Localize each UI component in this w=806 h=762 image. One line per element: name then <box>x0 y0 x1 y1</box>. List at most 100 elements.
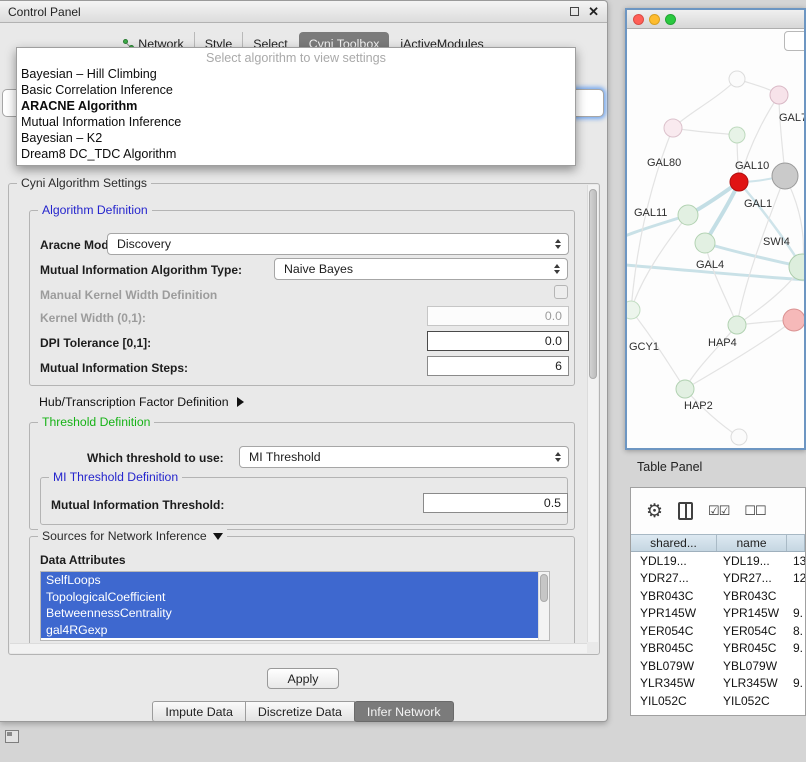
aracne-mode-select[interactable]: Discovery <box>107 233 569 255</box>
data-attribute-item[interactable]: gal4RGexp <box>41 622 538 639</box>
mi-threshold-title: MI Threshold Definition <box>49 470 182 484</box>
algorithm-option[interactable]: Mutual Information Inference <box>17 114 575 130</box>
close-traffic-light-icon[interactable] <box>633 14 644 25</box>
network-node[interactable] <box>729 127 745 143</box>
network-canvas[interactable]: GAL7GAL80GAL10GAL1GAL11SWI4GAL4GCY1HAP4H… <box>627 29 804 447</box>
network-edge[interactable] <box>631 128 673 310</box>
scrollbar-thumb[interactable] <box>589 189 597 379</box>
aracne-mode-value: Discovery <box>108 237 550 251</box>
network-view-window: GAL7GAL80GAL10GAL1GAL11SWI4GAL4GCY1HAP4H… <box>625 8 806 450</box>
table-column-header[interactable]: shared... <box>631 535 717 551</box>
table-row[interactable]: YLR345WYLR345W9. <box>631 675 805 693</box>
table-cell: 9. <box>787 676 805 690</box>
tab-impute-data[interactable]: Impute Data <box>152 701 246 722</box>
network-edge[interactable] <box>705 243 737 325</box>
control-panel-titlebar: Control Panel ✕ <box>0 1 607 23</box>
which-threshold-select[interactable]: MI Threshold <box>239 446 569 468</box>
network-node-label: GAL7 <box>779 112 804 124</box>
data-attributes-list[interactable]: SelfLoopsTopologicalCoefficientBetweenne… <box>40 571 550 641</box>
apply-button[interactable]: Apply <box>267 668 339 689</box>
network-node[interactable] <box>789 254 804 280</box>
kernel-width-label: Kernel Width (0,1): <box>40 311 146 325</box>
network-node[interactable] <box>676 380 694 398</box>
hub-definition-toggle[interactable]: Hub/Transcription Factor Definition <box>39 395 244 409</box>
network-edge[interactable] <box>685 389 739 437</box>
network-graph[interactable]: GAL7GAL80GAL10GAL1GAL11SWI4GAL4GCY1HAP4H… <box>627 29 804 447</box>
kernel-width-input[interactable]: 0.0 <box>427 306 569 326</box>
table-row[interactable]: YER054CYER054C8. <box>631 622 805 640</box>
table-columns-icon[interactable] <box>678 502 693 520</box>
data-attribute-item[interactable]: TopologicalCoefficient <box>41 589 538 606</box>
network-edge[interactable] <box>673 128 737 135</box>
expand-right-icon <box>237 397 244 407</box>
network-node[interactable] <box>730 173 748 191</box>
table-row[interactable]: YIL052CYIL052C <box>631 692 805 710</box>
network-node-label: GAL80 <box>647 157 681 169</box>
table-cell: YPR145W <box>631 606 717 620</box>
float-window-icon[interactable] <box>570 7 579 16</box>
table-row[interactable]: YDR27...YDR27...12 <box>631 570 805 588</box>
panel-title: Control Panel <box>8 5 570 19</box>
mi-steps-label: Mutual Information Steps: <box>40 361 188 375</box>
settings-horizontal-scrollbar[interactable] <box>10 643 587 653</box>
network-node[interactable] <box>728 316 746 334</box>
mi-type-label: Mutual Information Algorithm Type: <box>40 263 242 277</box>
table-header-row: shared...name <box>631 534 805 552</box>
table-row[interactable]: YBR043CYBR043C <box>631 587 805 605</box>
table-row[interactable]: YBR045CYBR045C9. <box>631 640 805 658</box>
mi-steps-input[interactable]: 6 <box>427 356 569 376</box>
network-edge[interactable] <box>673 79 737 128</box>
algorithm-option[interactable]: Bayesian – Hill Climbing <box>17 66 575 82</box>
minimize-traffic-light-icon[interactable] <box>649 14 660 25</box>
sources-group-title[interactable]: Sources for Network Inference <box>38 529 227 543</box>
algorithm-option[interactable]: ARACNE Algorithm <box>17 98 575 114</box>
zoom-traffic-light-icon[interactable] <box>665 14 676 25</box>
network-window-titlebar <box>627 10 804 29</box>
network-node[interactable] <box>731 429 747 445</box>
dpi-tolerance-label: DPI Tolerance [0,1]: <box>40 336 151 350</box>
algorithm-definition-group: Algorithm Definition Aracne Mode: Discov… <box>29 210 575 386</box>
table-cell: YDL19... <box>717 554 787 568</box>
data-attribute-item[interactable]: BetweennessCentrality <box>41 605 538 622</box>
network-node[interactable] <box>729 71 745 87</box>
sources-group: Sources for Network Inference Data Attri… <box>29 536 575 648</box>
table-body: YDL19...YDL19...13YDR27...YDR27...12YBR0… <box>631 552 805 710</box>
network-node[interactable] <box>695 233 715 253</box>
network-node[interactable] <box>664 119 682 137</box>
algorithm-option[interactable]: Dream8 DC_TDC Algorithm <box>17 146 575 162</box>
network-node[interactable] <box>772 163 798 189</box>
mi-type-select[interactable]: Naive Bayes <box>274 258 568 280</box>
network-node[interactable] <box>678 205 698 225</box>
gear-icon[interactable]: ⚙ <box>646 502 663 521</box>
network-edge[interactable] <box>685 325 737 389</box>
algorithm-option[interactable]: Basic Correlation Inference <box>17 82 575 98</box>
settings-vertical-scrollbar[interactable] <box>587 185 598 642</box>
dpi-tolerance-input[interactable]: 0.0 <box>427 331 569 351</box>
attributes-scrollbar[interactable] <box>538 572 549 640</box>
checked-boxes-icon[interactable]: ☑☑ <box>708 503 729 519</box>
data-attribute-item[interactable]: SelfLoops <box>41 572 538 589</box>
table-row[interactable]: YDL19...YDL19...13 <box>631 552 805 570</box>
algorithm-definition-title: Algorithm Definition <box>38 203 152 217</box>
table-cell: YDL19... <box>631 554 717 568</box>
mi-threshold-input[interactable]: 0.5 <box>423 493 568 513</box>
network-node[interactable] <box>770 86 788 104</box>
panel-dock-icon[interactable] <box>5 730 19 743</box>
table-column-header[interactable]: name <box>717 535 787 551</box>
table-row[interactable]: YPR145WYPR145W9. <box>631 605 805 623</box>
table-column-header[interactable] <box>787 535 805 551</box>
table-row[interactable]: YBL079WYBL079W <box>631 657 805 675</box>
network-node[interactable] <box>783 309 804 331</box>
scrollbar-thumb[interactable] <box>540 574 548 602</box>
table-cell: YBR043C <box>717 589 787 603</box>
table-cell: YIL052C <box>717 694 787 708</box>
algorithm-option[interactable]: Bayesian – K2 <box>17 130 575 146</box>
table-cell: YBL079W <box>631 659 717 673</box>
unchecked-boxes-icon[interactable]: ☐☐ <box>744 503 765 519</box>
network-node[interactable] <box>627 301 640 319</box>
close-icon[interactable]: ✕ <box>588 7 599 17</box>
tab-discretize-data[interactable]: Discretize Data <box>245 701 355 722</box>
tab-infer-network[interactable]: Infer Network <box>354 701 454 722</box>
manual-kernel-checkbox[interactable] <box>554 285 568 299</box>
which-threshold-label: Which threshold to use: <box>87 451 224 465</box>
